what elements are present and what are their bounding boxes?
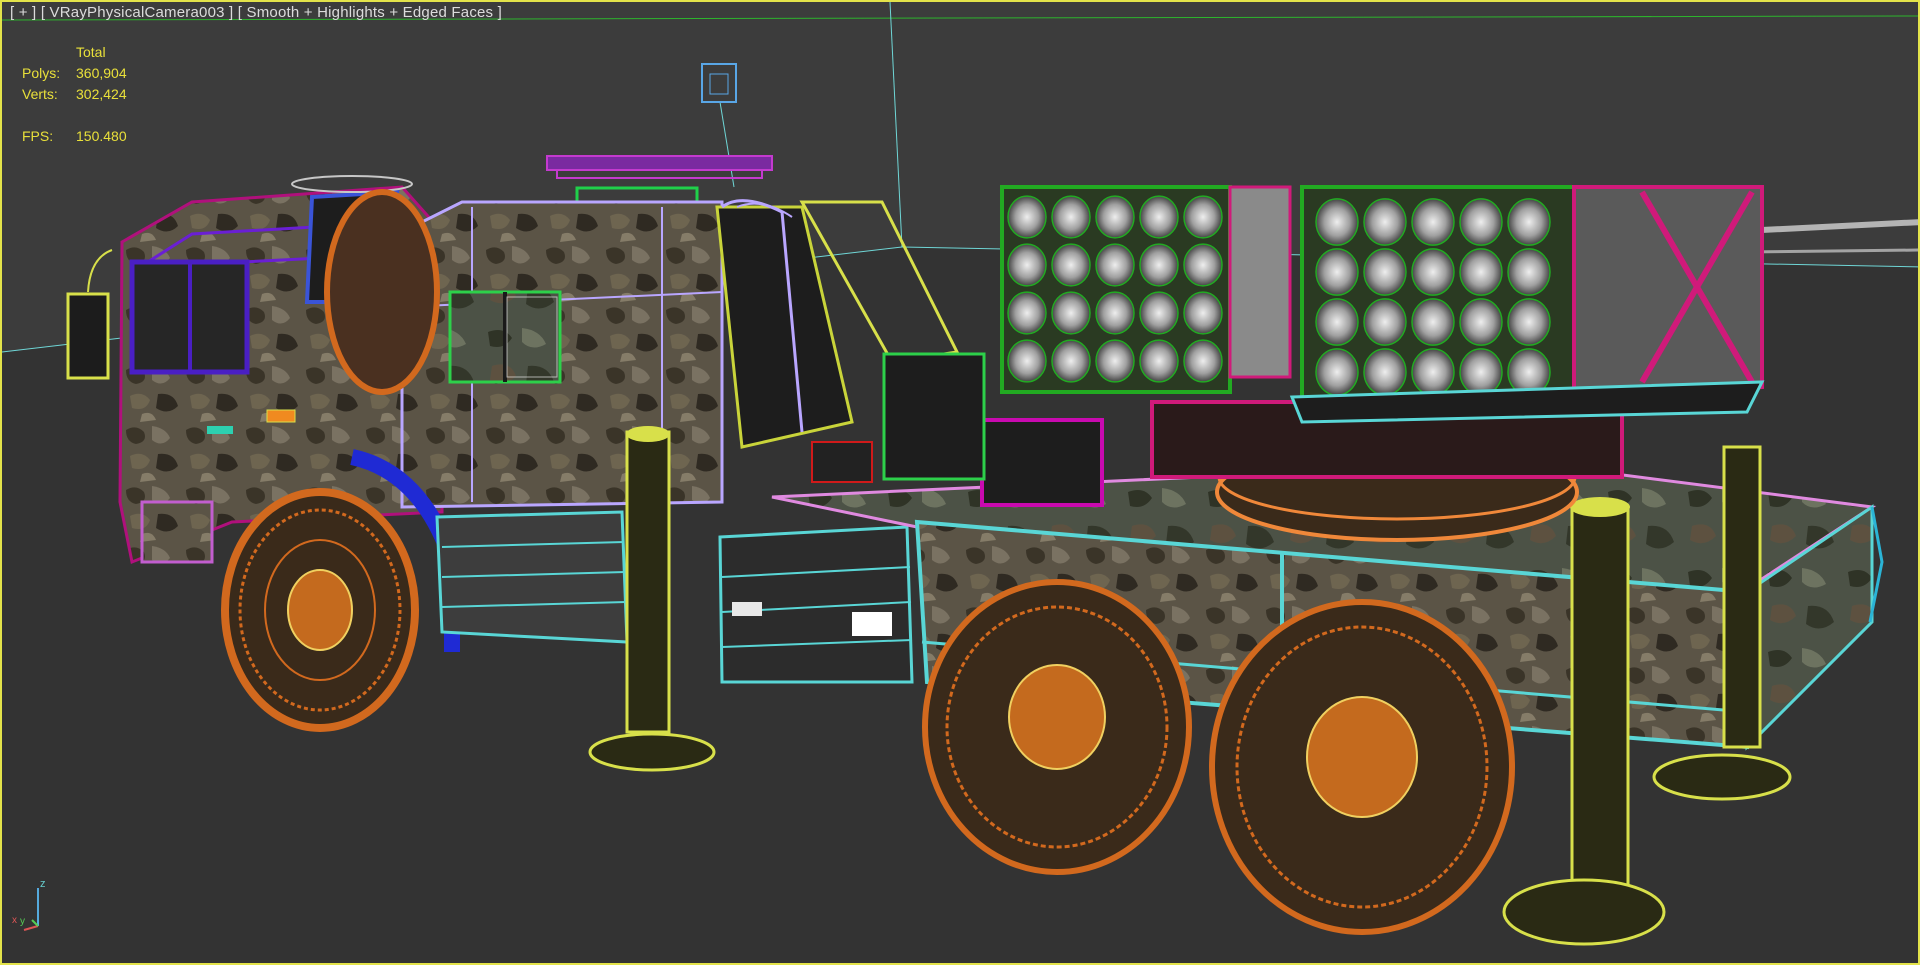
- launch-tube: [1315, 198, 1359, 246]
- launch-tube: [1139, 243, 1179, 287]
- fps-label: FPS:: [22, 128, 54, 144]
- launch-tube: [1139, 291, 1179, 335]
- light-line: [719, 101, 735, 188]
- launch-tube: [1051, 339, 1091, 383]
- launch-tube: [1051, 291, 1091, 335]
- stats-header: Total: [76, 44, 106, 60]
- verts-label: Verts:: [22, 86, 58, 102]
- launch-tube: [1459, 298, 1503, 346]
- launch-tube: [1051, 195, 1091, 239]
- axis-gizmo: z x y: [10, 878, 50, 938]
- viewport-menu[interactable]: [ + ]: [10, 4, 36, 21]
- launch-tube: [1007, 339, 1047, 383]
- launch-tube: [1007, 243, 1047, 287]
- launch-tube: [1183, 243, 1223, 287]
- launch-tube: [1363, 298, 1407, 346]
- launch-tube: [1411, 198, 1455, 246]
- verts-value: 302,424: [76, 86, 127, 102]
- launch-tube: [1315, 248, 1359, 296]
- launch-tube: [1363, 348, 1407, 396]
- launch-tube: [1411, 348, 1455, 396]
- viewport-scene[interactable]: [2, 2, 1920, 965]
- spare-wheel: [324, 189, 440, 395]
- camera-menu[interactable]: [ VRayPhysicalCamera003 ]: [41, 4, 234, 21]
- launch-tube: [1363, 248, 1407, 296]
- launch-tube: [1411, 248, 1455, 296]
- shading-menu[interactable]: [ Smooth + Highlights + Edged Faces ]: [238, 4, 502, 21]
- launch-tube: [1139, 195, 1179, 239]
- storage-box: [718, 525, 914, 684]
- side-mirror: [66, 292, 110, 380]
- launch-tube: [1183, 339, 1223, 383]
- launch-tube: [1459, 198, 1503, 246]
- polys-value: 360,904: [76, 65, 127, 81]
- launch-tube: [1507, 298, 1551, 346]
- fps-value: 150.480: [76, 128, 127, 144]
- fuel-tank: [435, 510, 629, 644]
- launch-tube: [1095, 339, 1135, 383]
- rocket-pod-right: [1289, 185, 1765, 424]
- axis-x-label: x: [12, 915, 17, 926]
- rear-wheel-2: [1209, 599, 1515, 935]
- launch-tube: [1507, 248, 1551, 296]
- launch-tube: [1315, 298, 1359, 346]
- control-box: [980, 418, 1104, 507]
- launch-tube: [1007, 195, 1047, 239]
- launch-tube: [1459, 348, 1503, 396]
- launch-tube: [1139, 339, 1179, 383]
- launch-tube: [1095, 195, 1135, 239]
- launch-tube: [1183, 195, 1223, 239]
- axis-y-label: y: [20, 916, 25, 927]
- launch-tube: [1315, 348, 1359, 396]
- statistics-overlay: Total Polys: 360,904 Verts: 302,424 FPS: 15…: [22, 42, 127, 147]
- wheel-hub: [287, 569, 353, 651]
- crew-module: [400, 200, 724, 509]
- launch-tube: [1095, 243, 1135, 287]
- launch-tube: [1459, 248, 1503, 296]
- launch-tube: [1095, 291, 1135, 335]
- launch-tube: [1183, 291, 1223, 335]
- launch-tube: [1051, 243, 1091, 287]
- axis-z-label: z: [40, 878, 46, 890]
- viewport-label: [ + ] [ VRayPhysicalCamera003 ] [ Smooth…: [10, 4, 502, 21]
- rear-wheel-1: [922, 579, 1192, 875]
- grid-line: [889, 2, 903, 248]
- rocket-pod-left: [1000, 185, 1292, 394]
- launch-tube: [1363, 198, 1407, 246]
- polys-label: Polys:: [22, 65, 61, 81]
- perspective-viewport[interactable]: [ + ] [ VRayPhysicalCamera003 ] [ Smooth…: [0, 0, 1920, 965]
- launch-tube: [1507, 198, 1551, 246]
- launch-tube: [1007, 291, 1047, 335]
- grid-line: [1741, 248, 1918, 254]
- launch-tube: [1411, 298, 1455, 346]
- light-helper: [701, 63, 737, 103]
